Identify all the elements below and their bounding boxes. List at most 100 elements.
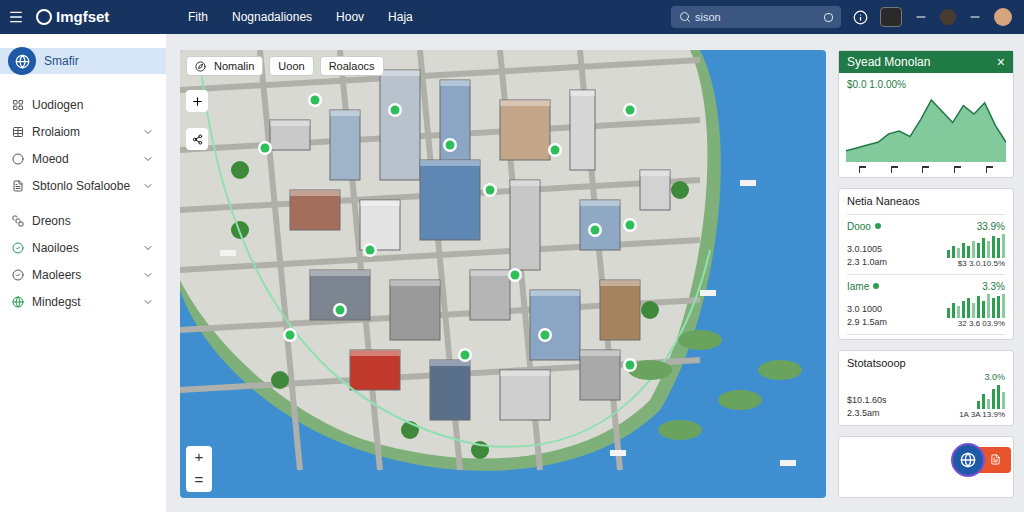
bar bbox=[957, 306, 960, 318]
bar bbox=[972, 303, 975, 317]
chevron-icon bbox=[142, 242, 154, 254]
info-icon[interactable] bbox=[853, 10, 868, 25]
app: Imgfset Fith Nognadaliones Hoov Haja sison Sma… bbox=[0, 0, 1024, 512]
bar bbox=[997, 296, 1000, 318]
sidebar-item[interactable]: Sbtonlo Sofaloobe bbox=[0, 172, 166, 199]
sidebar-item[interactable]: Maoleers bbox=[0, 261, 166, 288]
share-icon[interactable] bbox=[186, 128, 208, 150]
menu-item[interactable]: Fith bbox=[188, 8, 208, 26]
sidebar-item[interactable]: Dreons bbox=[0, 207, 166, 234]
logo[interactable]: Imgfset bbox=[36, 6, 176, 29]
item-icon bbox=[12, 180, 24, 192]
item-icon bbox=[12, 215, 24, 227]
status-dot bbox=[875, 223, 881, 229]
area-chart bbox=[846, 92, 1006, 162]
tool-icon[interactable] bbox=[954, 166, 961, 173]
chevron-icon bbox=[142, 180, 154, 192]
sidebar-item[interactable]: Moeod bbox=[0, 145, 166, 172]
zoom-controls: += bbox=[186, 446, 212, 492]
trend-value: $0.0 1.0.00% bbox=[839, 73, 1013, 92]
sidebar-item[interactable]: Smafir bbox=[0, 48, 166, 74]
mini-bar-chart bbox=[947, 234, 1005, 258]
globe-icon bbox=[8, 47, 36, 75]
menu-item[interactable]: Nognadaliones bbox=[232, 8, 312, 26]
bar bbox=[977, 296, 980, 318]
bar bbox=[1002, 234, 1005, 258]
item-icon bbox=[12, 126, 24, 138]
bar bbox=[977, 243, 980, 257]
add-icon[interactable] bbox=[186, 90, 208, 112]
bar bbox=[967, 246, 970, 258]
map-side-tools bbox=[186, 90, 208, 150]
city-map[interactable] bbox=[180, 50, 826, 498]
avatar-icon[interactable] bbox=[880, 7, 902, 27]
status-card: Stotatsooop$10.1.60s2.3.5am3.0%1A 3A 13.… bbox=[838, 350, 1014, 426]
map-tool-button[interactable]: Nomalin bbox=[186, 56, 263, 76]
item-icon bbox=[12, 242, 24, 254]
bar bbox=[992, 389, 995, 408]
sidebar-item[interactable]: Mindegst bbox=[0, 288, 166, 315]
profile-icon[interactable] bbox=[994, 8, 1012, 26]
card-title: Stotatsooop bbox=[847, 355, 1005, 372]
content: Nomalin Uoon Roalaocs += Syead Monolan×$0.0 … bbox=[166, 34, 1024, 512]
trend-card: Syead Monolan×$0.0 1.0.00% bbox=[838, 50, 1014, 178]
bar bbox=[997, 238, 1000, 257]
bar bbox=[1002, 294, 1005, 318]
bar bbox=[992, 298, 995, 317]
stats-card: Netia NaneaosDooo33.9%3.0.10052.3 1.0am$… bbox=[838, 188, 1014, 340]
sidebar-item[interactable]: Uodiogen bbox=[0, 91, 166, 118]
fab-button[interactable] bbox=[951, 443, 985, 477]
bar bbox=[947, 250, 950, 257]
chart-tools bbox=[839, 162, 1013, 177]
bar bbox=[987, 399, 990, 409]
chevron-icon bbox=[142, 269, 154, 281]
close-button[interactable]: × bbox=[997, 52, 1005, 73]
sidebar: Smafir UodiogenRrolaiomMoeodSbtonlo Sofal… bbox=[0, 34, 166, 512]
map-tool-button[interactable]: Roalaocs bbox=[320, 56, 384, 76]
stat-row[interactable]: Iame3.3%3.0 10002.9 1.5am32 3.6 03.9% bbox=[847, 275, 1005, 335]
bar bbox=[947, 308, 950, 318]
top-bar: Imgfset Fith Nognadaliones Hoov Haja sison bbox=[0, 0, 1024, 34]
bar bbox=[987, 241, 990, 258]
bar bbox=[962, 243, 965, 257]
bar bbox=[972, 241, 975, 258]
item-icon bbox=[12, 153, 24, 165]
zoom-button[interactable]: = bbox=[186, 469, 212, 492]
body: Smafir UodiogenRrolaiomMoeodSbtonlo Sofal… bbox=[0, 34, 1024, 512]
right-panel: Syead Monolan×$0.0 1.0.00%Netia NaneaosD… bbox=[838, 50, 1014, 498]
sidebar-item[interactable]: Rrolaiom bbox=[0, 118, 166, 145]
tool-icon[interactable] bbox=[891, 166, 898, 173]
search-icon bbox=[679, 11, 691, 23]
tool-icon[interactable] bbox=[922, 166, 929, 173]
minimize-icon[interactable] bbox=[914, 10, 928, 24]
tool-icon[interactable] bbox=[859, 166, 866, 173]
stat-row[interactable]: Dooo33.9%3.0.10052.3 1.0am$3 3.0.10.5% bbox=[847, 215, 1005, 275]
bar bbox=[1002, 392, 1005, 409]
map-toolbar: Nomalin Uoon Roalaocs bbox=[186, 56, 384, 76]
zoom-button[interactable]: + bbox=[186, 446, 212, 469]
map-tool-button[interactable]: Uoon bbox=[269, 56, 313, 76]
chevron-icon bbox=[142, 126, 154, 138]
bar bbox=[982, 301, 985, 318]
filter-icon[interactable] bbox=[824, 13, 833, 22]
item-icon bbox=[12, 296, 24, 308]
mini-bar-chart bbox=[947, 294, 1005, 318]
status-dot bbox=[873, 283, 879, 289]
bar bbox=[967, 298, 970, 317]
bar bbox=[957, 248, 960, 258]
fab-group bbox=[951, 443, 1011, 477]
action-card bbox=[838, 436, 1014, 499]
bar bbox=[997, 385, 1000, 409]
menu-item[interactable]: Hoov bbox=[336, 8, 364, 26]
mini-bar-chart bbox=[977, 385, 1005, 409]
search-field[interactable]: sison bbox=[671, 6, 841, 28]
bar bbox=[952, 303, 955, 317]
chevron-icon bbox=[142, 296, 154, 308]
user-icon[interactable] bbox=[940, 9, 956, 25]
sidebar-item[interactable]: Naoiloes bbox=[0, 234, 166, 261]
bar bbox=[987, 294, 990, 318]
menu-item[interactable]: Haja bbox=[388, 8, 413, 26]
menu-icon[interactable] bbox=[8, 9, 24, 25]
compass-icon bbox=[195, 61, 206, 72]
tool-icon[interactable] bbox=[986, 166, 993, 173]
